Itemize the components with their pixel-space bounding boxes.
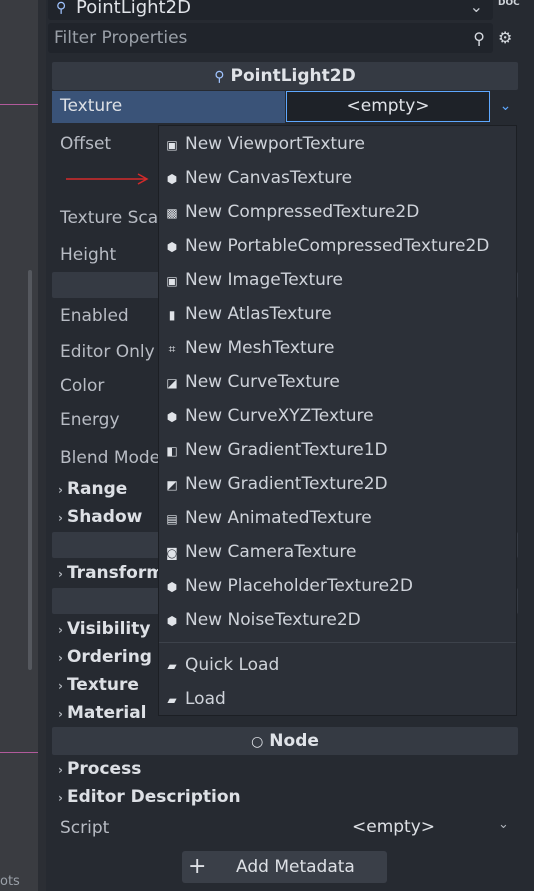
group-transform[interactable]: › Transform bbox=[58, 563, 164, 583]
group-shadow[interactable]: › Shadow bbox=[58, 507, 142, 527]
atlas-icon: ▮ bbox=[168, 308, 176, 322]
group-editor-description[interactable]: › Editor Description bbox=[58, 787, 241, 807]
new-texture-popup-menu: ▣ New ViewportTexture ⬢ New CanvasTexture … bbox=[158, 125, 517, 716]
viewport-guide-line bbox=[0, 104, 38, 105]
group-process[interactable]: › Process bbox=[58, 759, 141, 779]
section-pointlight2d[interactable]: ⚲ PointLight2D bbox=[52, 62, 518, 90]
menu-item[interactable]: ▩ New CompressedTexture2D bbox=[165, 196, 510, 228]
menu-item[interactable]: ◩ New GradientTexture2D bbox=[165, 468, 510, 500]
point-light-icon: ⚲ bbox=[214, 69, 225, 85]
node-selector[interactable]: ⚲ PointLight2D ⌄ bbox=[48, 0, 493, 20]
panel-splitter[interactable] bbox=[38, 0, 46, 891]
cube-icon: ⬢ bbox=[166, 580, 178, 594]
cube-icon: ⬢ bbox=[166, 410, 178, 424]
texture-label: Texture bbox=[60, 96, 123, 116]
menu-item[interactable]: ▮ New AtlasTexture bbox=[165, 298, 510, 330]
group-ordering[interactable]: › Ordering bbox=[58, 647, 152, 667]
editor-only-label: Editor Only bbox=[60, 342, 155, 362]
cube-icon: ⬢ bbox=[166, 614, 178, 628]
menu-item[interactable]: ▣ New ImageTexture bbox=[165, 264, 510, 296]
checker-icon: ▩ bbox=[166, 206, 178, 220]
enabled-label: Enabled bbox=[60, 306, 129, 326]
sliders-icon: ⚙ bbox=[498, 28, 513, 47]
annotation-arrow bbox=[66, 173, 149, 185]
cube-icon: ⬢ bbox=[166, 172, 178, 186]
gradient-icon: ◧ bbox=[166, 444, 178, 458]
menu-item[interactable]: ▤ New AnimatedTexture bbox=[165, 502, 510, 534]
section-node[interactable]: ○ Node bbox=[52, 727, 518, 755]
mesh-icon: ⌗ bbox=[168, 342, 176, 356]
image-icon: ▣ bbox=[166, 138, 178, 152]
group-material[interactable]: › Material bbox=[58, 703, 147, 723]
chevron-right-icon: › bbox=[58, 763, 63, 777]
texture-value-field[interactable]: <empty> bbox=[286, 91, 490, 122]
height-label: Height bbox=[60, 245, 117, 265]
cube-icon: ⬢ bbox=[166, 240, 178, 254]
offset-label: Offset bbox=[60, 134, 112, 154]
group-visibility[interactable]: › Visibility bbox=[58, 619, 150, 639]
menu-item[interactable]: ◧ New GradientTexture1D bbox=[165, 434, 510, 466]
blend-mode-label: Blend Mode bbox=[60, 448, 161, 468]
chevron-right-icon: › bbox=[58, 651, 63, 665]
script-value[interactable]: <empty> bbox=[352, 817, 435, 837]
property-options-button[interactable]: ⚙ bbox=[498, 28, 520, 50]
node-circle-icon: ○ bbox=[251, 734, 264, 750]
menu-item-load[interactable]: ▰ Load bbox=[165, 683, 510, 715]
chevron-right-icon: › bbox=[58, 483, 63, 497]
menu-item[interactable]: ⬢ New CurveXYZTexture bbox=[165, 400, 510, 432]
chevron-right-icon: › bbox=[58, 567, 63, 581]
chevron-right-icon: › bbox=[58, 511, 63, 525]
camera-icon: ◙ bbox=[166, 546, 178, 560]
chevron-down-icon[interactable]: ⌄ bbox=[498, 817, 509, 832]
chevron-right-icon: › bbox=[58, 679, 63, 693]
curve-icon: ◪ bbox=[166, 376, 178, 390]
menu-item[interactable]: ⬢ New PortableCompressedTexture2D bbox=[165, 230, 510, 262]
texture-scale-label: Texture Sca bbox=[60, 208, 159, 228]
texture-property-row[interactable]: Texture bbox=[52, 91, 285, 123]
menu-item[interactable]: ◙ New CameraTexture bbox=[165, 536, 510, 568]
menu-item[interactable]: ▣ New ViewportTexture bbox=[165, 128, 510, 160]
film-icon: ▤ bbox=[166, 512, 178, 526]
script-label: Script bbox=[60, 818, 110, 838]
doc-icon: DOC bbox=[498, 0, 520, 8]
node-name: PointLight2D bbox=[76, 0, 191, 18]
folder-icon: ▰ bbox=[167, 659, 177, 673]
group-texture[interactable]: › Texture bbox=[58, 675, 139, 695]
gradient-icon: ◩ bbox=[166, 478, 178, 492]
menu-item-quick-load[interactable]: ▰ Quick Load bbox=[165, 649, 510, 681]
chevron-right-icon: › bbox=[58, 791, 63, 805]
menu-divider bbox=[159, 642, 516, 643]
viewport-guide-line bbox=[0, 752, 38, 753]
viewport-panel[interactable]: ots bbox=[0, 0, 38, 891]
menu-item[interactable]: ⬢ New CanvasTexture bbox=[165, 162, 510, 194]
filter-properties-input[interactable] bbox=[48, 23, 464, 53]
viewport-scrollbar[interactable] bbox=[28, 270, 32, 670]
group-range[interactable]: › Range bbox=[58, 479, 127, 499]
texture-dropdown-button[interactable]: ⌄ bbox=[493, 91, 518, 122]
folder-icon: ▰ bbox=[167, 693, 177, 707]
viewport-bottom-label: ots bbox=[0, 874, 20, 889]
add-metadata-button[interactable]: + Add Metadata bbox=[182, 851, 387, 883]
chevron-right-icon: › bbox=[58, 707, 63, 721]
menu-item[interactable]: ⌗ New MeshTexture bbox=[165, 332, 510, 364]
menu-item[interactable]: ⬢ New NoiseTexture2D bbox=[165, 604, 510, 636]
filter-bar: ⚲ bbox=[48, 23, 493, 53]
point-light-icon: ⚲ bbox=[56, 0, 67, 16]
search-icon: ⚲ bbox=[473, 29, 485, 48]
chevron-down-icon: ⌄ bbox=[469, 0, 483, 16]
chevron-right-icon: › bbox=[58, 623, 63, 637]
chevron-down-icon: ⌄ bbox=[499, 98, 512, 114]
menu-item[interactable]: ◪ New CurveTexture bbox=[165, 366, 510, 398]
menu-item[interactable]: ⬢ New PlaceholderTexture2D bbox=[165, 570, 510, 602]
energy-label: Energy bbox=[60, 410, 120, 430]
color-label: Color bbox=[60, 376, 105, 396]
doc-button[interactable]: DOC bbox=[498, 0, 520, 16]
image-icon: ▣ bbox=[166, 274, 178, 288]
plus-icon: + bbox=[188, 854, 207, 879]
